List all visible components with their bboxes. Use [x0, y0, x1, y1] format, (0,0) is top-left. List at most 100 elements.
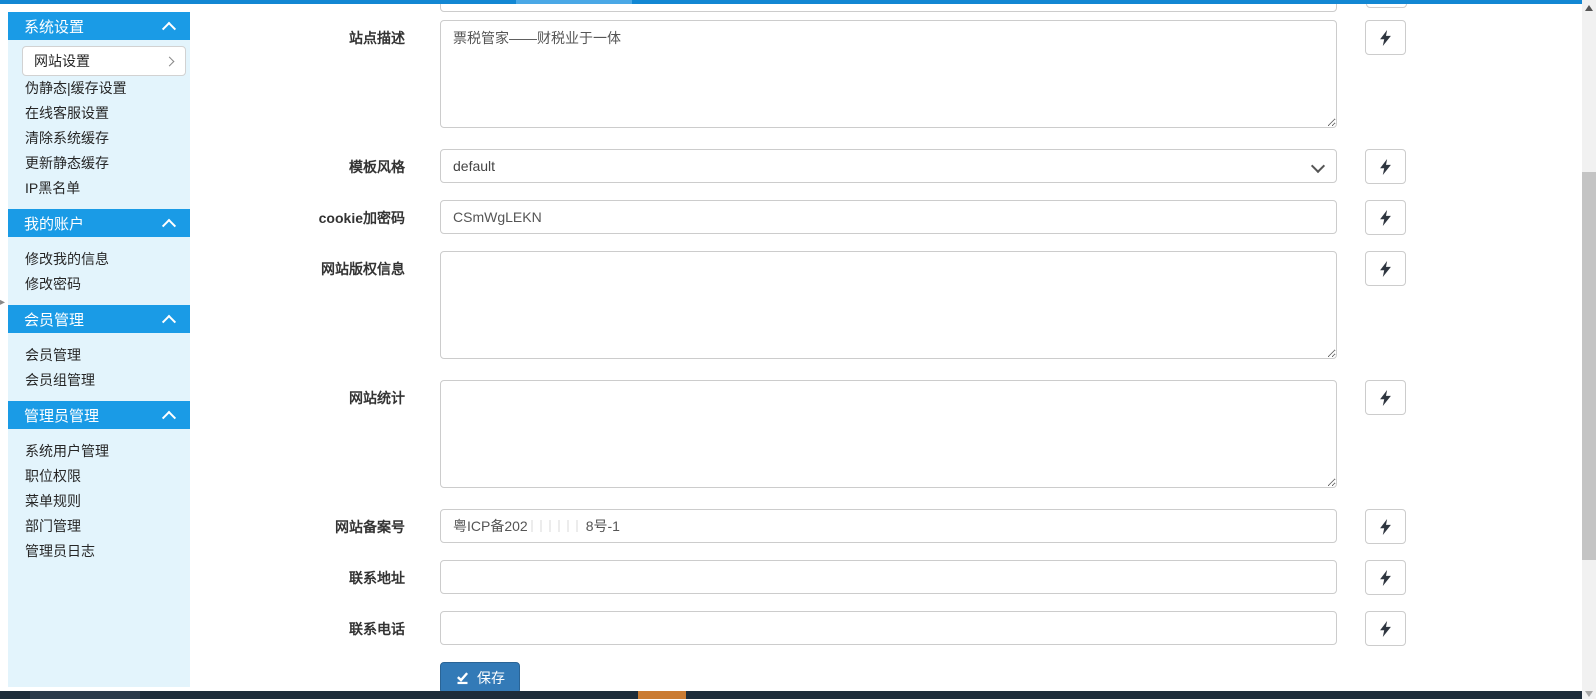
sidebar-section: 会员管理会员管理会员组管理: [8, 305, 190, 401]
sidebar-item-list: 修改我的信息修改密码: [8, 237, 190, 305]
field-control: [440, 251, 1337, 364]
sidebar-item[interactable]: 会员管理: [8, 343, 190, 368]
contact-phone-input[interactable]: [440, 611, 1337, 645]
field-control: [440, 20, 1337, 133]
lightning-bolt-icon: [1379, 261, 1392, 277]
sidebar-item[interactable]: 职位权限: [8, 464, 190, 489]
chevron-up-icon: [162, 22, 176, 36]
sidebar-item[interactable]: 管理员日志: [8, 539, 190, 564]
icp-number-input[interactable]: 粤ICP备2028号-1: [440, 509, 1337, 543]
settings-form: 站点描述模板风格defaultcookie加密码网站版权信息网站统计网站备案号粤…: [0, 12, 1582, 694]
sidebar-item-label: 网站设置: [34, 47, 90, 75]
sidebar-item[interactable]: 在线客服设置: [8, 101, 190, 126]
chevron-up-icon: [162, 219, 176, 233]
site-statistics-textarea[interactable]: [440, 380, 1337, 488]
form-row: 联系地址: [0, 560, 1582, 595]
scrollbar-thumb[interactable]: [1582, 172, 1596, 560]
check-save-icon: [455, 672, 470, 685]
sidebar-item[interactable]: 清除系统缓存: [8, 126, 190, 151]
sidebar-section-header[interactable]: 会员管理: [8, 305, 190, 333]
chevron-up-icon: [162, 411, 176, 425]
sidebar-item[interactable]: 修改我的信息: [8, 247, 190, 272]
sidebar-section-title: 会员管理: [24, 309, 84, 330]
sidebar-item-list: 网站设置伪静态|缓存设置在线客服设置清除系统缓存更新静态缓存 IP黑名单: [8, 40, 190, 209]
form-row: 联系电话: [0, 611, 1582, 646]
quick-set-button[interactable]: [1365, 20, 1406, 55]
sidebar-section-title: 管理员管理: [24, 405, 99, 426]
contact-address-input[interactable]: [440, 560, 1337, 594]
sidebar-section: 管理员管理系统用户管理职位权限菜单规则部门管理管理员日志: [8, 401, 190, 572]
field-control: [440, 200, 1337, 234]
sidebar-item[interactable]: IP黑名单: [8, 176, 190, 201]
taskbar-sliver: [0, 691, 1582, 699]
sidebar-item-label: 伪静态|缓存设置: [25, 80, 127, 96]
admin-settings-page: 系统设置网站设置伪静态|缓存设置在线客服设置清除系统缓存更新静态缓存 IP黑名单我…: [0, 0, 1596, 699]
sidebar-item[interactable]: 会员组管理: [8, 368, 190, 393]
sidebar-section-title: 我的账户: [24, 213, 84, 234]
quick-set-button[interactable]: [1365, 251, 1406, 286]
quick-set-button[interactable]: [1365, 380, 1406, 415]
loading-progress-bar: [0, 0, 1582, 4]
sidebar-item[interactable]: 更新静态缓存: [8, 151, 190, 176]
lightning-bolt-icon: [1379, 519, 1392, 535]
lightning-bolt-icon: [1379, 570, 1392, 586]
lightning-bolt-icon: [1379, 621, 1392, 637]
sidebar-item-label: 修改密码: [25, 276, 81, 292]
site-copyright-textarea[interactable]: [440, 251, 1337, 359]
cookie-key-input[interactable]: [440, 200, 1337, 234]
sidebar-item-label: 菜单规则: [25, 493, 81, 509]
sidebar-item[interactable]: 部门管理: [8, 514, 190, 539]
taskbar-orange-segment: [638, 691, 686, 699]
quick-set-button[interactable]: [1365, 200, 1406, 235]
field-control: 粤ICP备2028号-1: [440, 509, 1337, 543]
sidebar-item-list: 系统用户管理职位权限菜单规则部门管理管理员日志: [8, 429, 190, 572]
quick-set-button[interactable]: [1365, 560, 1406, 595]
sidebar-item-label: 更新静态缓存: [25, 155, 109, 171]
save-button-label: 保存: [477, 668, 505, 688]
lightning-bolt-icon: [1379, 159, 1392, 175]
save-row: 保存: [0, 662, 1582, 694]
form-row: 站点描述: [0, 20, 1582, 133]
field-control: [440, 380, 1337, 493]
sidebar-item-label: 会员组管理: [25, 372, 95, 388]
field-control: default: [440, 149, 1337, 183]
redacted-text: [531, 520, 583, 532]
chevron-up-icon: [162, 315, 176, 329]
sidebar-section-header[interactable]: 系统设置: [8, 12, 190, 40]
sidebar-item-label: 系统用户管理: [25, 443, 109, 459]
quick-set-button[interactable]: [1365, 509, 1406, 544]
sidebar-item-label: 修改我的信息: [25, 251, 109, 267]
form-row: 网站版权信息: [0, 251, 1582, 364]
sidebar-item-label: 部门管理: [25, 518, 81, 534]
lightning-bolt-icon: [1379, 30, 1392, 46]
sidebar-item[interactable]: 系统用户管理: [8, 439, 190, 464]
template-style-select[interactable]: default: [440, 149, 1337, 183]
field-control: [440, 611, 1337, 645]
form-row: cookie加密码: [0, 200, 1582, 235]
site-description-textarea[interactable]: [440, 20, 1337, 128]
sidebar-item-active[interactable]: 网站设置: [22, 46, 186, 76]
sidebar-collapse-handle triangle-right-icon[interactable]: ▸: [0, 298, 5, 308]
sidebar-section-header[interactable]: 我的账户: [8, 209, 190, 237]
sidebar-section-title: 系统设置: [24, 16, 84, 37]
triangle-down-icon[interactable]: [1585, 691, 1593, 697]
triangle-up-icon[interactable]: [1585, 5, 1593, 11]
save-button[interactable]: 保存: [440, 662, 520, 694]
quick-set-button[interactable]: [1365, 611, 1406, 646]
sidebar-item[interactable]: 伪静态|缓存设置: [8, 76, 190, 101]
lightning-bolt-icon: [1379, 390, 1392, 406]
form-row: 网站备案号粤ICP备2028号-1: [0, 509, 1582, 544]
sidebar-section-header[interactable]: 管理员管理: [8, 401, 190, 429]
sidebar-item[interactable]: 菜单规则: [8, 489, 190, 514]
taskbar-patch: [30, 691, 140, 699]
chevron-right-icon: [165, 56, 175, 66]
sidebar-item-label: 会员管理: [25, 347, 81, 363]
quick-set-button[interactable]: [1365, 149, 1406, 184]
vertical-scrollbar[interactable]: [1582, 0, 1596, 699]
sidebar-item-label: 在线客服设置: [25, 105, 109, 121]
sidebar-item[interactable]: 修改密码: [8, 272, 190, 297]
sidebar-item-label: 管理员日志: [25, 543, 95, 559]
lightning-bolt-icon: [1379, 210, 1392, 226]
loading-progress-highlight: [516, 0, 632, 4]
icp-suffix: 8号-1: [586, 516, 620, 536]
